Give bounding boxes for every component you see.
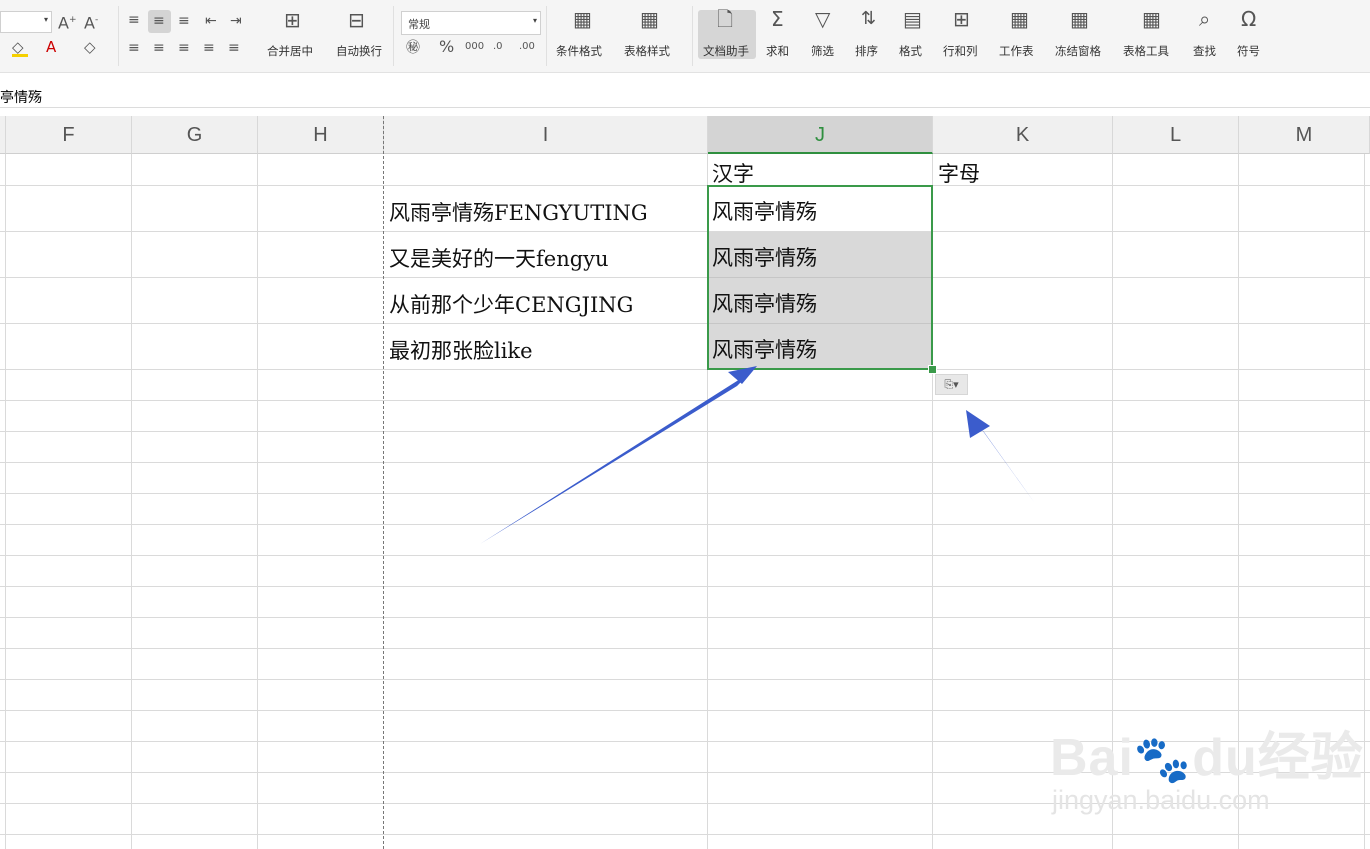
watermark-url: jingyan.baidu.com bbox=[1052, 785, 1270, 815]
arrow-head-paste bbox=[966, 410, 990, 438]
arrow-to-filled-cells bbox=[480, 366, 757, 544]
arrow-head-filled bbox=[728, 366, 757, 384]
watermark-logo: Bai🐾du经验 bbox=[1050, 729, 1364, 787]
